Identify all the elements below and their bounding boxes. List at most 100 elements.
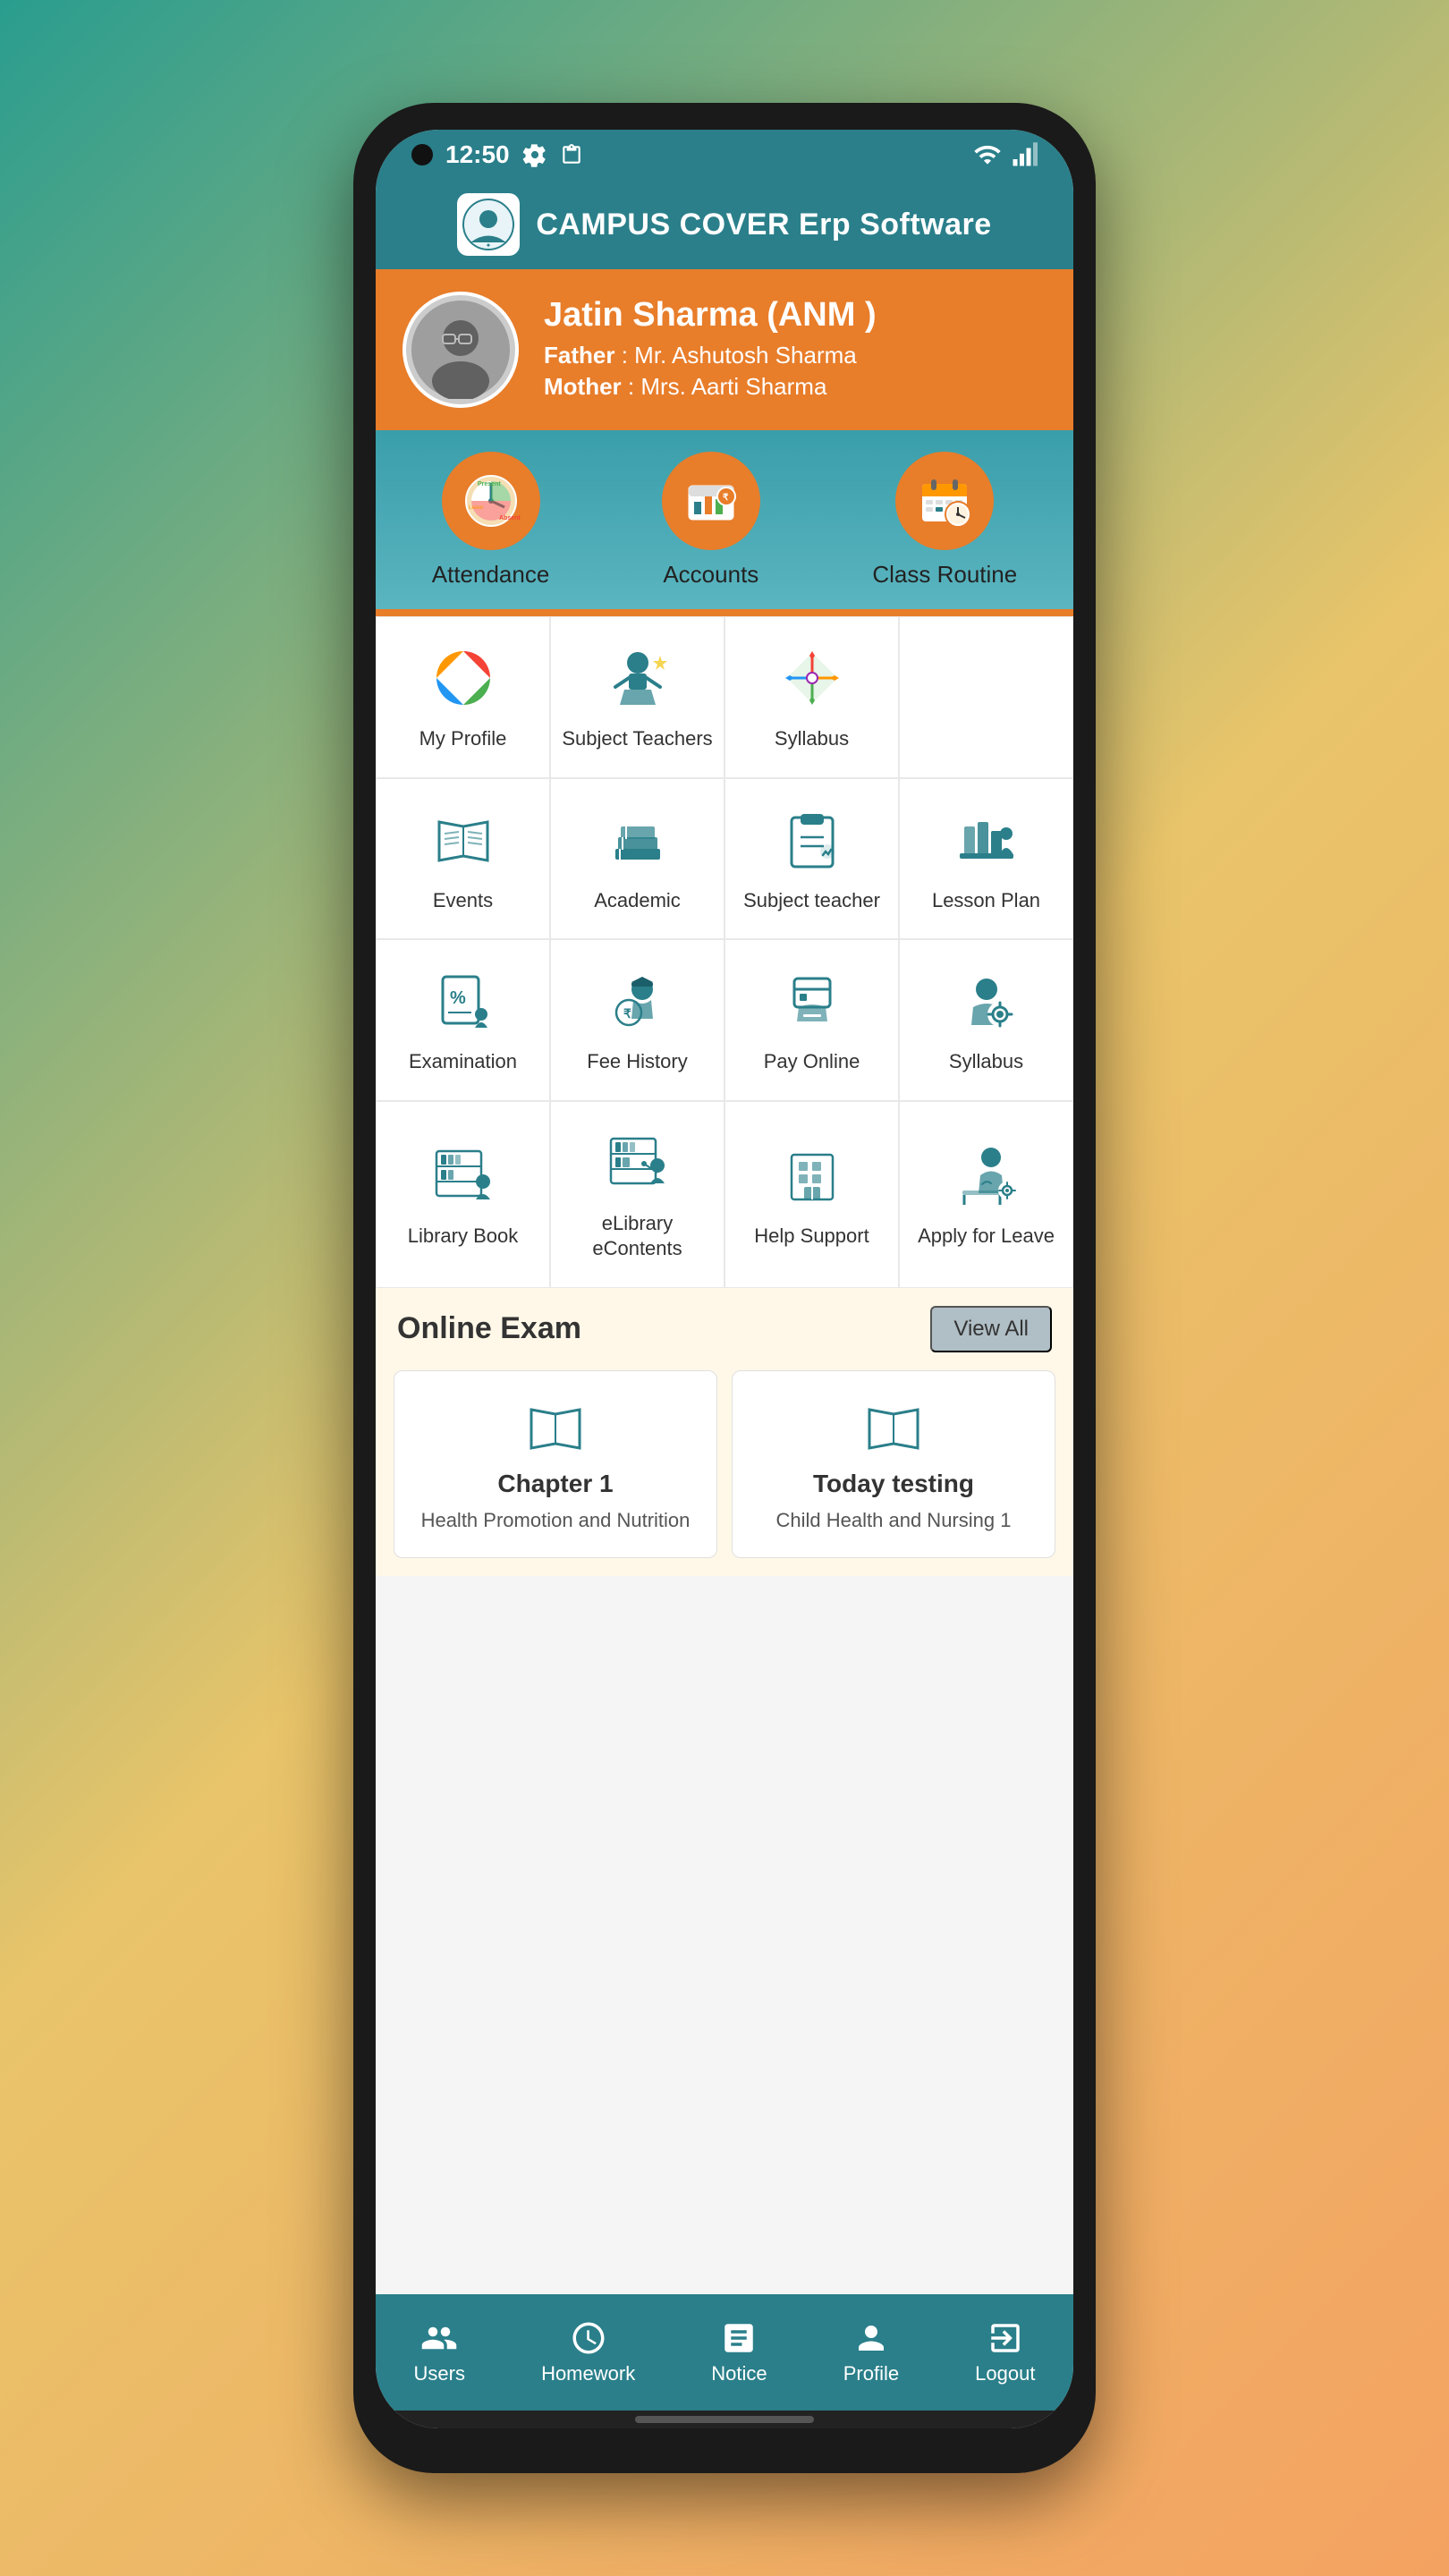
camera-dot xyxy=(411,144,433,165)
father-label: Father xyxy=(544,342,614,369)
attendance-icon: Present Absent Leave xyxy=(460,470,522,532)
menu-item-examination[interactable]: % Examination xyxy=(376,939,550,1101)
home-indicator xyxy=(376,2411,1073,2428)
profile-info: Jatin Sharma (ANM ) Father : Mr. Ashutos… xyxy=(544,296,877,404)
menu-item-fee-history[interactable]: ₹ Fee History xyxy=(550,939,724,1101)
online-exam-header: Online Exam View All xyxy=(376,1288,1073,1370)
menu-item-my-profile[interactable]: My Profile xyxy=(376,616,550,778)
status-right xyxy=(973,140,1038,169)
nav-item-notice[interactable]: Notice xyxy=(711,2319,767,2385)
exam-cards: Chapter 1 Health Promotion and Nutrition… xyxy=(376,1370,1073,1576)
svg-text:✦: ✦ xyxy=(486,242,492,250)
quick-action-accounts[interactable]: ₹ Accounts xyxy=(662,452,760,589)
nav-item-profile[interactable]: Profile xyxy=(843,2319,899,2385)
profile-nav-icon xyxy=(852,2319,890,2357)
clipboard-icon xyxy=(560,143,583,166)
quick-actions: Present Absent Leave Attendance xyxy=(376,430,1073,609)
notice-nav-label: Notice xyxy=(711,2362,767,2385)
profile-nav-label: Profile xyxy=(843,2362,899,2385)
exam-card-1-icon xyxy=(524,1396,587,1459)
nav-item-logout[interactable]: Logout xyxy=(975,2319,1035,2385)
elibrary-label: eLibrary eContents xyxy=(560,1211,715,1262)
bottom-nav: Users Homework Notice Profile xyxy=(376,2294,1073,2411)
logout-nav-label: Logout xyxy=(975,2362,1035,2385)
accounts-circle: ₹ xyxy=(662,452,760,550)
quick-action-class-routine[interactable]: Class Routine xyxy=(872,452,1017,589)
status-left: 12:50 xyxy=(411,140,583,169)
gear-icon xyxy=(522,142,547,167)
exam-card-2-subject: Child Health and Nursing 1 xyxy=(776,1509,1012,1532)
svg-text:₹: ₹ xyxy=(623,1006,631,1021)
exam-card-1-subject: Health Promotion and Nutrition xyxy=(421,1509,691,1532)
syllabus2-label: Syllabus xyxy=(949,1049,1023,1075)
online-exam-title: Online Exam xyxy=(397,1311,581,1346)
exam-card-1-title: Chapter 1 xyxy=(497,1470,613,1498)
exam-card-2-title: Today testing xyxy=(813,1470,974,1498)
academic-label: Academic xyxy=(594,888,681,914)
subject-teachers-label: Subject Teachers xyxy=(562,726,712,752)
menu-item-subject-teachers[interactable]: Subject Teachers xyxy=(550,616,724,778)
orange-divider xyxy=(376,609,1073,616)
syllabus-label: Syllabus xyxy=(775,726,849,752)
pay-online-label: Pay Online xyxy=(764,1049,860,1075)
fee-history-label: Fee History xyxy=(587,1049,687,1075)
quick-action-attendance[interactable]: Present Absent Leave Attendance xyxy=(432,452,550,589)
nav-item-homework[interactable]: Homework xyxy=(541,2319,635,2385)
menu-item-syllabus2[interactable]: Syllabus xyxy=(899,939,1073,1101)
svg-text:Absent: Absent xyxy=(499,515,521,521)
svg-text:Leave: Leave xyxy=(469,505,484,511)
attendance-label: Attendance xyxy=(432,561,550,589)
exam-card-1[interactable]: Chapter 1 Health Promotion and Nutrition xyxy=(394,1370,717,1558)
menu-item-apply-leave[interactable]: Apply for Leave xyxy=(899,1101,1073,1288)
nav-item-users[interactable]: Users xyxy=(414,2319,465,2385)
subject-teachers-icon xyxy=(602,642,674,714)
exam-card-2-icon xyxy=(862,1396,925,1459)
mother-name: Mrs. Aarti Sharma xyxy=(640,373,826,400)
subject-teacher-label: Subject teacher xyxy=(743,888,880,914)
menu-item-elibrary[interactable]: eLibrary eContents xyxy=(550,1101,724,1288)
accounts-label: Accounts xyxy=(663,561,758,589)
profile-avatar xyxy=(402,292,519,408)
menu-grid: My Profile Subject T xyxy=(376,616,1073,1288)
events-label: Events xyxy=(433,888,493,914)
syllabus2-icon xyxy=(951,965,1022,1037)
my-profile-icon xyxy=(428,642,499,714)
syllabus-icon xyxy=(776,642,848,714)
avatar-svg xyxy=(411,301,510,399)
class-routine-label: Class Routine xyxy=(872,561,1017,589)
profile-banner: Jatin Sharma (ANM ) Father : Mr. Ashutos… xyxy=(376,269,1073,430)
online-exam-section: Online Exam View All Chapter 1 Health Pr… xyxy=(376,1288,1073,1576)
view-all-button[interactable]: View All xyxy=(930,1306,1052,1352)
menu-item-academic[interactable]: Academic xyxy=(550,778,724,940)
accounts-icon: ₹ xyxy=(680,470,742,532)
menu-item-subject-teacher[interactable]: Subject teacher xyxy=(724,778,899,940)
menu-item-events[interactable]: Events xyxy=(376,778,550,940)
svg-text:%: % xyxy=(450,988,466,1008)
svg-text:Present: Present xyxy=(478,481,501,487)
wifi-icon xyxy=(973,140,1002,169)
apply-leave-icon xyxy=(951,1140,1022,1211)
father-name: Mr. Ashutosh Sharma xyxy=(634,342,857,369)
pay-online-icon xyxy=(776,965,848,1037)
examination-label: Examination xyxy=(409,1049,517,1075)
menu-item-pay-online[interactable]: Pay Online xyxy=(724,939,899,1101)
empty-icon1 xyxy=(951,655,1022,726)
examination-icon: % xyxy=(428,965,499,1037)
menu-item-empty1 xyxy=(899,616,1073,778)
users-nav-label: Users xyxy=(414,2362,465,2385)
profile-name: Jatin Sharma (ANM ) xyxy=(544,296,877,335)
profile-father: Father : Mr. Ashutosh Sharma xyxy=(544,342,877,369)
menu-item-syllabus[interactable]: Syllabus xyxy=(724,616,899,778)
homework-nav-label: Homework xyxy=(541,2362,635,2385)
menu-item-help-support[interactable]: Help Support xyxy=(724,1101,899,1288)
menu-item-lesson-plan[interactable]: Lesson Plan xyxy=(899,778,1073,940)
phone-outer: 12:50 xyxy=(353,103,1096,2473)
menu-item-library-book[interactable]: Library Book xyxy=(376,1101,550,1288)
elibrary-icon xyxy=(602,1127,674,1199)
father-colon: : xyxy=(622,342,634,369)
notice-nav-icon xyxy=(720,2319,758,2357)
exam-card-2[interactable]: Today testing Child Health and Nursing 1 xyxy=(732,1370,1055,1558)
library-book-icon xyxy=(428,1140,499,1211)
logout-nav-icon xyxy=(987,2319,1024,2357)
users-nav-icon xyxy=(420,2319,458,2357)
